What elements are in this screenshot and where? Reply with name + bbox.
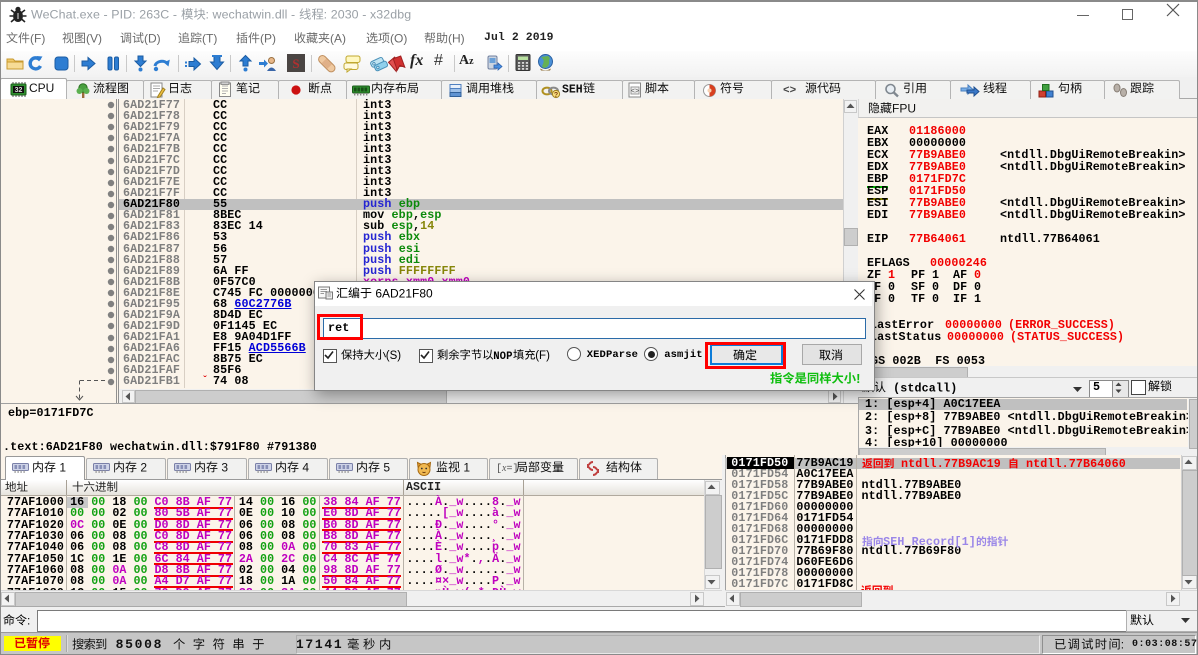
svg-text:<>: <> [631, 88, 639, 96]
svg-text:?: ? [554, 92, 558, 99]
svg-text:32: 32 [15, 87, 23, 94]
svg-text:S: S [292, 56, 299, 71]
